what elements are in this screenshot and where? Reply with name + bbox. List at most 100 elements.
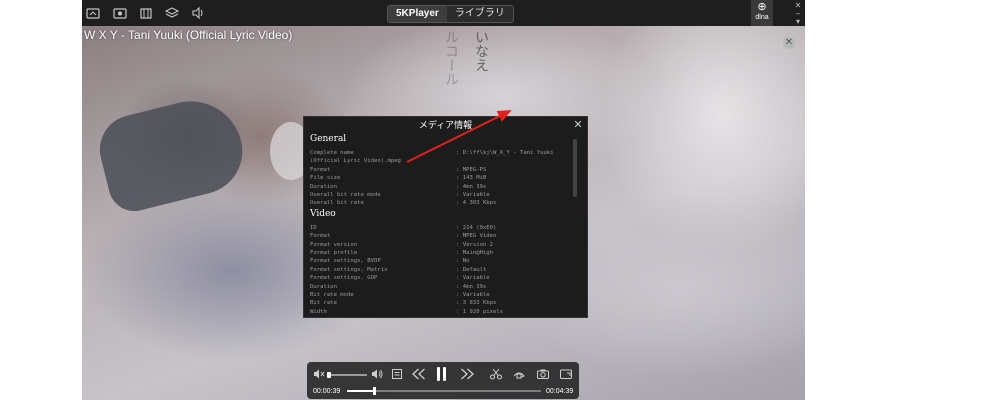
media-info-value: : D:\ff\kj\W_X_Y - Tani Yuuki [456,150,554,156]
top-toolbar: 5KPlayer ライブラリ ⊕ dlna ✕ – ▾ [82,0,805,27]
media-info-value: : Default [456,266,487,273]
fast-forward-icon[interactable] [459,367,475,381]
rewind-icon[interactable] [411,367,427,381]
tab-5kplayer[interactable]: 5KPlayer [388,6,447,22]
media-info-section-title: General [310,134,347,144]
media-info-value: : 143 MiB [456,175,487,182]
layers-icon[interactable] [164,5,180,21]
media-info-row: Duration : 4mn 39s [310,283,570,291]
volume-max-icon[interactable] [371,368,383,384]
media-info-row: Format : MPEG Video [310,232,570,240]
collapse-window-icon[interactable]: ▾ [793,18,803,26]
media-info-value: : Variable [456,292,490,298]
media-info-key: Width [310,308,327,315]
seek-progress [347,390,375,392]
media-info-key: Format settings, BVOP [310,258,381,265]
media-info-key: ID [310,224,317,231]
media-info-key: Bit rate [310,300,337,307]
player-window: 5KPlayer ライブラリ ⊕ dlna ✕ – ▾ いなえ ルコール W X… [82,0,805,400]
mute-icon[interactable] [313,368,325,384]
main-tabs: 5KPlayer ライブラリ [387,5,514,23]
media-info-row: Duration : 4mn 39s [310,183,570,191]
video-title: W X Y - Tani Yuuki (Official Lyric Video… [84,28,293,42]
total-time: 00:04:39 [546,388,574,395]
media-info-key: Format [310,233,331,240]
tab-library[interactable]: ライブラリ [446,6,513,22]
media-info-row: Format settings, Matrix : Default [310,266,570,274]
media-info-value: : 224 (0xE0) [456,224,497,231]
current-time: 00:00:39 [313,388,341,395]
pause-icon[interactable] [443,367,446,381]
media-info-row: File size : 143 MiB [310,174,570,182]
media-info-key: File size [310,175,341,182]
media-info-value: : Variable [456,275,490,282]
video-frame-shape [92,90,252,217]
media-info-dialog: メディア情報 ✕ General Complete name : D:\ff\kj\… [303,116,588,318]
media-info-value: : Main@High [456,250,494,256]
media-info-row: Overall bit rate : 4 303 Kbps [310,199,570,207]
media-info-key: Format [310,166,331,173]
media-info-key: Complete name [310,150,354,156]
minimize-window-icon[interactable]: – [793,10,803,18]
media-info-row: ID : 224 (0xE0) [310,224,570,232]
media-info-row: Complete name : D:\ff\kj\W_X_Y - Tani Yuu… [310,149,570,157]
media-info-value: : MPEG-PS [456,166,487,173]
media-info-value: : 1 920 pixels [456,308,504,315]
media-info-row: Format settings, GOP : Variable [310,274,570,282]
media-info-value: : No [456,258,470,265]
playback-controls: 00:00:39 00:04:39 [307,362,579,399]
rotate-icon[interactable] [512,368,526,384]
media-info-key: Overall bit rate mode [310,192,381,198]
media-info-value: : 4mn 39s [456,183,487,190]
volume-knob[interactable] [327,372,331,378]
media-info-value: : 4mn 39s [456,283,487,290]
seek-knob[interactable] [373,387,377,395]
media-info-key: Overall bit rate [310,200,364,207]
media-info-value: : MPEG Video [456,233,497,240]
media-info-content: General Complete name : D:\ff\kj\W_X_Y - T… [304,133,587,317]
video-lyrics-text: ルコール [443,30,459,86]
camera-icon[interactable] [536,368,550,384]
media-info-value: : 4 303 Kbps [456,200,497,207]
dlna-icon: ⊕ [757,1,767,13]
media-info-row: Bit rate : 3 833 Kbps [310,299,570,307]
media-info-section-title: Video [310,208,336,219]
media-info-row: (Official Lyric Video).mpeg [310,157,570,165]
media-info-row: Format profile : Main@High [310,249,570,257]
media-info-row: Overall bit rate mode : Variable [310,191,570,199]
media-info-value: : Version 2 [456,241,494,248]
media-info-key: Format settings, GOP [310,275,378,282]
media-info-key: Format profile [310,250,358,256]
seek-bar[interactable] [347,387,541,395]
media-info-key: Format version [310,241,358,248]
media-info-title: メディア情報 [418,120,473,130]
dlna-label: dlna [755,14,769,21]
screenshot-icon[interactable] [85,5,101,21]
close-window-icon[interactable]: ✕ [793,2,803,10]
video-area[interactable]: いなえ ルコール W X Y - Tani Yuuki (Official Ly… [82,26,805,400]
video-icon[interactable] [138,5,154,21]
media-info-key: Duration [310,183,337,190]
close-video-icon[interactable]: ✕ [783,37,795,49]
media-info-row: Bit rate mode : Variable [310,291,570,299]
dlna-button[interactable]: ⊕ dlna [751,0,773,26]
volume-icon[interactable] [190,5,206,21]
media-info-row: Width : 1 920 pixels [310,308,570,316]
video-lyrics-text: いなえ [473,30,489,72]
media-info-key: (Official Lyric Video).mpeg [310,158,401,165]
cut-icon[interactable] [489,368,503,384]
record-icon[interactable] [112,5,128,21]
pause-icon[interactable] [437,367,440,381]
media-info-row: Format settings, BVOP : No [310,257,570,265]
media-info-value: : 3 833 Kbps [456,300,497,307]
playlist-icon[interactable] [391,368,403,384]
fullscreen-icon[interactable] [559,368,573,384]
media-info-scrollbar[interactable] [573,139,577,197]
volume-slider[interactable] [327,372,367,378]
media-info-key: Format settings, Matrix [310,266,388,273]
close-dialog-icon[interactable]: ✕ [572,118,584,132]
media-info-value: : Variable [456,192,490,198]
media-info-key: Bit rate mode [310,292,354,298]
media-info-key: Duration [310,283,337,290]
media-info-row: Format : MPEG-PS [310,166,570,174]
